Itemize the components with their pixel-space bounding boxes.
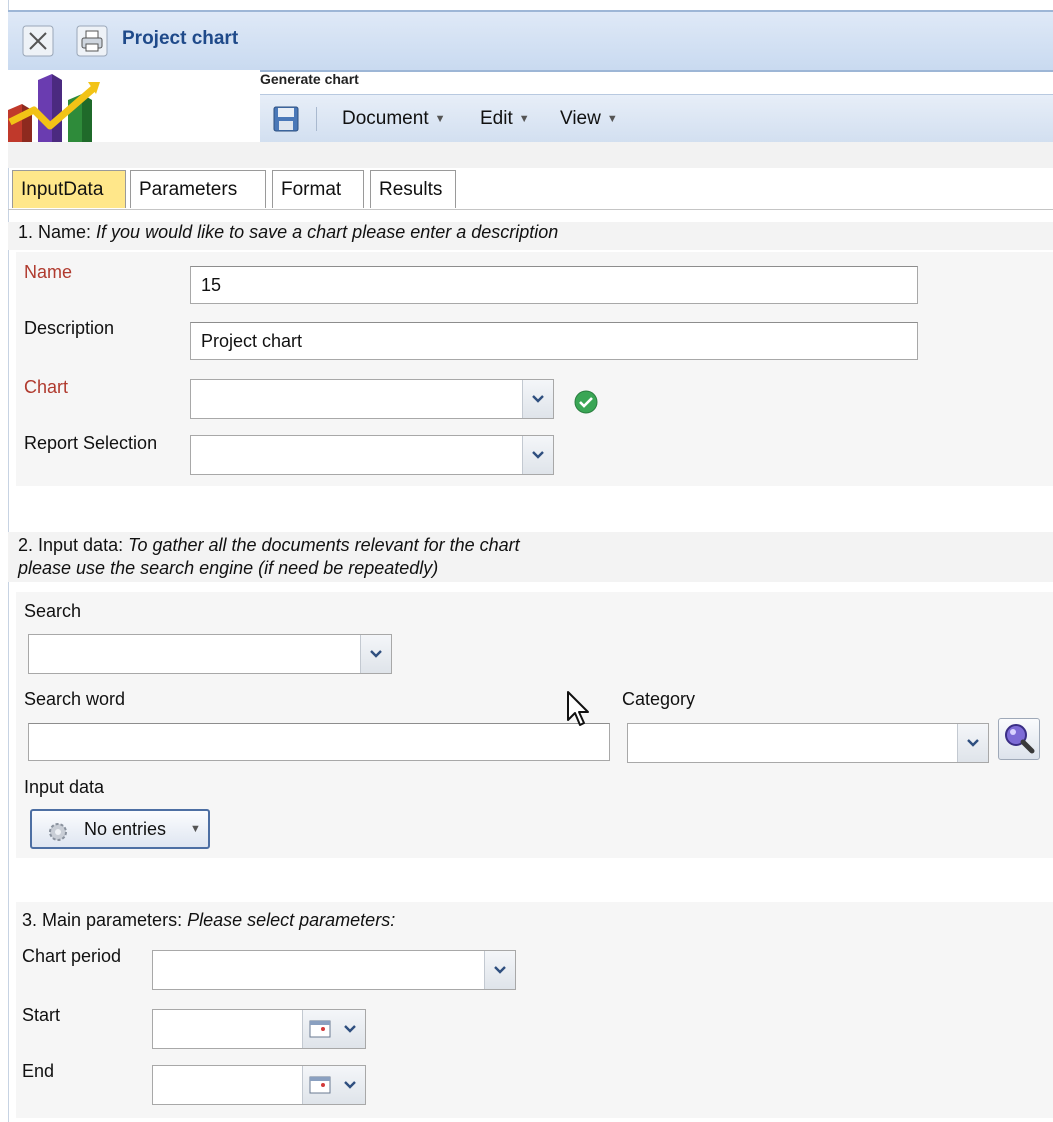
- search-button[interactable]: [998, 718, 1040, 760]
- chevron-down-icon[interactable]: [484, 951, 515, 989]
- menu-edit-label: Edit: [480, 108, 513, 129]
- section2-hint-line2: please use the search engine (if need be…: [18, 558, 439, 578]
- description-label: Description: [24, 318, 115, 338]
- chevron-down-icon[interactable]: [957, 724, 988, 762]
- gear-icon: [46, 819, 70, 855]
- section1-hint: If you would like to save a chart please…: [96, 222, 559, 242]
- section2-hint-line1: To gather all the documents relevant for…: [128, 535, 520, 555]
- name-input[interactable]: 15: [190, 266, 918, 304]
- category-label: Category: [622, 689, 696, 709]
- date-picker-button[interactable]: [302, 1010, 365, 1048]
- tab-inputdata[interactable]: InputData: [12, 170, 126, 208]
- description-input[interactable]: Project chart: [190, 322, 918, 360]
- tab-divider: [8, 209, 1053, 210]
- section2-header: 2. Input data: To gather all the documen…: [8, 532, 1053, 582]
- menu-document[interactable]: Document ▼: [342, 108, 446, 130]
- chevron-down-icon: ▼: [518, 112, 530, 125]
- start-label: Start: [22, 1005, 61, 1025]
- tab-results[interactable]: Results: [370, 170, 456, 208]
- app-heading: Generate chart: [260, 71, 359, 87]
- menu-view-label: View: [560, 108, 601, 129]
- section1-header: 1. Name: If you would like to save a cha…: [8, 222, 1053, 250]
- input-data-button-label: No entries: [84, 819, 167, 839]
- chart-period-label: Chart period: [22, 946, 122, 966]
- report-selection-label: Report Selection: [24, 433, 158, 453]
- toolbar-separator: [316, 107, 317, 131]
- section3-number: 3. Main parameters:: [22, 910, 183, 930]
- end-label: End: [22, 1061, 55, 1081]
- section1-number: 1. Name:: [18, 222, 92, 242]
- toolbar: Document ▼ Edit ▼ View ▼: [260, 94, 1053, 144]
- start-date-field[interactable]: [152, 1009, 366, 1049]
- end-date-field[interactable]: [152, 1065, 366, 1105]
- chevron-down-icon: ▼: [190, 823, 201, 835]
- chevron-down-icon: ▼: [434, 112, 446, 125]
- section2-number: 2. Input data:: [18, 535, 124, 555]
- title-bar: Project chart: [8, 10, 1053, 72]
- chart-label: Chart: [24, 377, 69, 397]
- chevron-down-icon[interactable]: [360, 635, 391, 673]
- menu-document-label: Document: [342, 108, 429, 129]
- section3-hint: Please select parameters:: [187, 910, 396, 930]
- search-word-label: Search word: [24, 689, 126, 709]
- chevron-down-icon[interactable]: [522, 436, 553, 474]
- chevron-down-icon: [344, 1081, 356, 1089]
- chevron-down-icon: [344, 1025, 356, 1033]
- calendar-icon: [309, 1020, 331, 1038]
- check-ok-icon: [574, 390, 598, 414]
- input-data-button[interactable]: No entries ▼: [30, 809, 210, 849]
- search-select[interactable]: [28, 634, 392, 674]
- magnifier-icon: [1005, 724, 1035, 754]
- report-selection-select[interactable]: [190, 435, 554, 475]
- window-title: Project chart: [122, 28, 239, 49]
- save-icon[interactable]: [272, 105, 300, 133]
- print-icon[interactable]: [76, 25, 108, 57]
- name-label: Name: [24, 262, 73, 282]
- header-spacer: [8, 142, 1053, 168]
- input-data-label: Input data: [24, 777, 105, 797]
- menu-edit[interactable]: Edit ▼: [480, 108, 530, 130]
- search-label: Search: [24, 601, 82, 621]
- menu-view[interactable]: View ▼: [560, 108, 618, 130]
- category-select[interactable]: [627, 723, 989, 763]
- chevron-down-icon: ▼: [606, 112, 618, 125]
- tab-parameters[interactable]: Parameters: [130, 170, 266, 208]
- chart-select[interactable]: [190, 379, 554, 419]
- chevron-down-icon[interactable]: [522, 380, 553, 418]
- chart-period-select[interactable]: [152, 950, 516, 990]
- date-picker-button[interactable]: [302, 1066, 365, 1104]
- mouse-cursor-icon: [566, 690, 590, 730]
- search-word-input[interactable]: [28, 723, 610, 761]
- section3-header: 3. Main parameters: Please select parame…: [22, 910, 395, 931]
- calendar-icon: [309, 1076, 331, 1094]
- tab-format[interactable]: Format: [272, 170, 364, 208]
- close-icon[interactable]: [22, 25, 54, 57]
